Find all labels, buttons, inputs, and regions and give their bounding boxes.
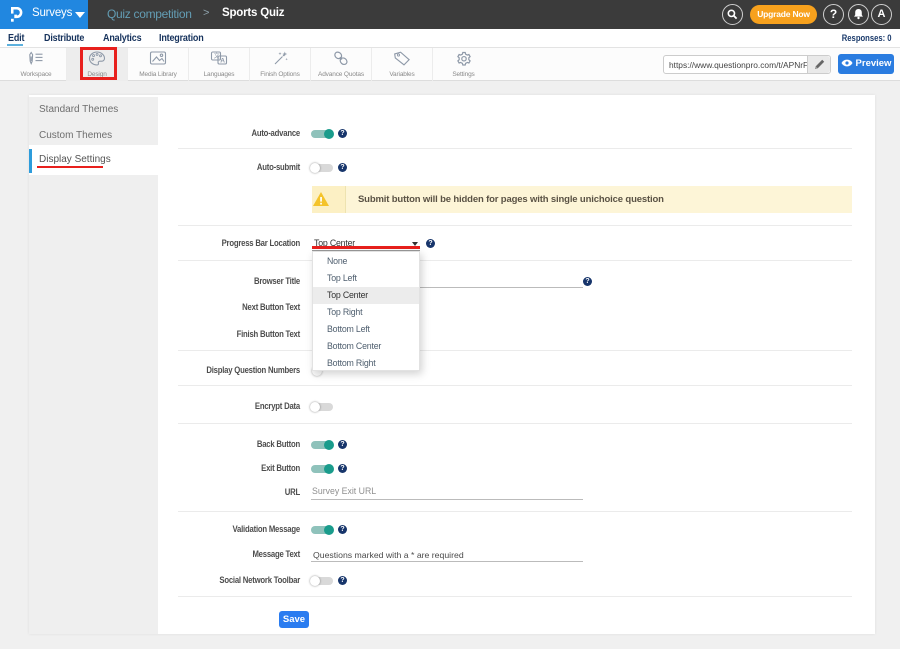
svg-text:文: 文 — [214, 52, 220, 60]
svg-text:A: A — [220, 58, 225, 65]
